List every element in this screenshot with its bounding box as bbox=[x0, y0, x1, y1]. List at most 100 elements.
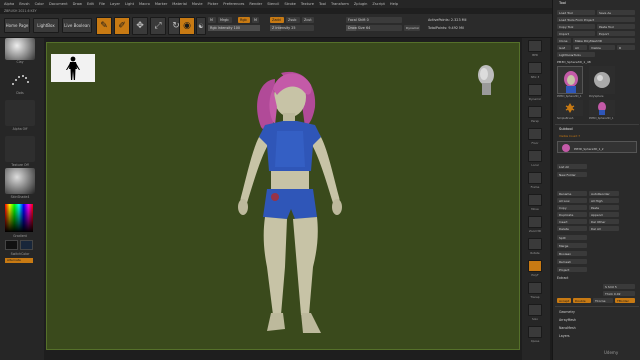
arraymesh-heading[interactable]: ArrayMesh bbox=[559, 318, 576, 322]
shelf-button-solo[interactable] bbox=[528, 304, 542, 316]
rename-button[interactable]: Rename bbox=[557, 191, 587, 196]
menu-item-material[interactable]: Material bbox=[172, 2, 187, 6]
split-button[interactable]: Split bbox=[557, 235, 587, 240]
goz-all-button[interactable]: All bbox=[573, 45, 587, 50]
menu-item-zscript[interactable]: Zscript bbox=[372, 2, 384, 6]
color-picker[interactable] bbox=[5, 204, 33, 232]
paste-tool-button[interactable]: Paste Tool bbox=[597, 24, 635, 29]
copy-tool-button[interactable]: Copy Tool bbox=[557, 24, 595, 29]
auto-reorder-button[interactable]: AutoReorder bbox=[589, 191, 619, 196]
menu-item-preferences[interactable]: Preferences bbox=[223, 2, 244, 6]
switch-color-label[interactable]: SwitchColor bbox=[5, 252, 35, 256]
mrgb-label[interactable]: Mrgb bbox=[218, 17, 232, 23]
goz-r-button[interactable]: R bbox=[617, 45, 635, 50]
all-high-button[interactable]: All High bbox=[589, 198, 619, 203]
layers-heading[interactable]: Layers bbox=[559, 334, 570, 338]
all-low-button[interactable]: All Low bbox=[557, 198, 587, 203]
rgb-intensity-slider[interactable]: Rgb Intensity 100 bbox=[208, 25, 260, 31]
dynamic-toggle[interactable]: Dynamic bbox=[404, 25, 420, 31]
dots-stroke-thumbnail[interactable] bbox=[5, 68, 35, 90]
document-canvas[interactable] bbox=[46, 42, 520, 350]
shelf-button-local[interactable] bbox=[528, 150, 542, 162]
texture-thumbnail[interactable] bbox=[5, 136, 35, 162]
shelf-button-transp[interactable] bbox=[528, 282, 542, 294]
clone-button[interactable]: Clone bbox=[557, 38, 571, 43]
tool-thumb-character-2[interactable] bbox=[589, 100, 615, 116]
rgb-toggle[interactable]: Rgb bbox=[238, 17, 250, 23]
copy-button[interactable]: Copy bbox=[557, 205, 587, 210]
scale-mode-button[interactable]: ⤢ bbox=[150, 17, 166, 35]
draw-mode-button[interactable]: ✐ bbox=[114, 17, 130, 35]
mrgb-toggle[interactable]: M bbox=[208, 17, 216, 23]
goz-visible-button[interactable]: Visible bbox=[589, 45, 615, 50]
menu-item-file[interactable]: File bbox=[99, 2, 105, 6]
load-tool-button[interactable]: Load Tool bbox=[557, 10, 595, 15]
zcut-toggle[interactable]: Zcut bbox=[302, 17, 314, 23]
append-button[interactable]: Append bbox=[589, 212, 619, 217]
lightbox-tools-button[interactable]: Lightbox▸Tools bbox=[557, 52, 595, 57]
menu-item-picker[interactable]: Picker bbox=[208, 2, 219, 6]
menu-item-document[interactable]: Document bbox=[49, 2, 68, 6]
material-thumbnail[interactable] bbox=[5, 168, 35, 194]
del-all-button[interactable]: Del All bbox=[589, 226, 619, 231]
double-toggle[interactable]: Double bbox=[573, 298, 591, 303]
load-tools-from-project-button[interactable]: Load Tools From Project bbox=[557, 17, 635, 22]
color-swap-button[interactable]: ☯ bbox=[196, 17, 206, 35]
menu-item-brush[interactable]: Brush bbox=[19, 2, 29, 6]
m-toggle[interactable]: M bbox=[252, 17, 259, 23]
main-color-swatch[interactable] bbox=[5, 240, 18, 250]
tborder-toggle[interactable]: TBorder bbox=[615, 298, 635, 303]
menu-item-light[interactable]: Light bbox=[125, 2, 134, 6]
menu-item-stencil[interactable]: Stencil bbox=[267, 2, 279, 6]
edit-mode-button[interactable]: ✎ bbox=[96, 17, 112, 35]
delete-button[interactable]: Delete bbox=[557, 226, 587, 231]
menu-item-color[interactable]: Color bbox=[35, 2, 44, 6]
menu-item-tool[interactable]: Tool bbox=[319, 2, 326, 6]
menu-item-render[interactable]: Render bbox=[249, 2, 262, 6]
shelf-button-persp[interactable] bbox=[528, 106, 542, 118]
shelf-button-rotate[interactable] bbox=[528, 238, 542, 250]
live-boolean-button[interactable]: Live Boolean bbox=[62, 18, 92, 33]
shelf-button-floor[interactable] bbox=[528, 128, 542, 140]
focal-shift-slider[interactable]: Focal Shift 0 bbox=[346, 17, 402, 23]
menu-item-zplugin[interactable]: Zplugin bbox=[354, 2, 368, 6]
boolean-button[interactable]: Boolean bbox=[557, 251, 587, 256]
move-mode-button[interactable]: ✥ bbox=[132, 17, 148, 35]
menu-item-marker[interactable]: Marker bbox=[155, 2, 167, 6]
shelf-button-spix-3[interactable] bbox=[528, 62, 542, 74]
shelf-button-polyf[interactable] bbox=[528, 260, 542, 272]
zadd-toggle[interactable]: Zadd bbox=[270, 17, 284, 23]
home-page-button[interactable]: Home Page bbox=[4, 18, 30, 33]
tool-thumb-polysphere[interactable] bbox=[589, 66, 615, 94]
subtool-list-item[interactable]: PM3D_Sphere3D_1_2 bbox=[557, 141, 637, 153]
merge-button[interactable]: Merge bbox=[557, 243, 587, 248]
alternate-button[interactable]: Alternate bbox=[5, 258, 33, 263]
menu-item-movie[interactable]: Movie bbox=[192, 2, 203, 6]
thickness-slider[interactable]: Thick 0.02 bbox=[603, 291, 635, 296]
goz-button[interactable]: GoZ bbox=[557, 45, 571, 50]
import-button[interactable]: Import bbox=[557, 31, 595, 36]
tool-thumb-simplebrush[interactable] bbox=[557, 100, 583, 116]
geometry-heading[interactable]: Geometry bbox=[559, 310, 575, 314]
z-intensity-slider[interactable]: Z Intensity 25 bbox=[270, 25, 314, 31]
list-all-button[interactable]: List All bbox=[557, 164, 587, 169]
subtool-heading[interactable]: Subtool bbox=[559, 127, 573, 131]
material-sphere-button[interactable]: ◉ bbox=[179, 17, 195, 35]
shelf-button-zoom3d[interactable] bbox=[528, 216, 542, 228]
shelf-button-dynamic[interactable] bbox=[528, 84, 542, 96]
lightbox-button[interactable]: LightBox bbox=[33, 18, 59, 33]
navigation-head-icon[interactable] bbox=[473, 61, 499, 101]
tool-thumb-character[interactable] bbox=[557, 66, 583, 94]
save-as-button[interactable]: Save As bbox=[597, 10, 635, 15]
draw-size-slider[interactable]: Draw Size 64 bbox=[346, 25, 402, 31]
shelf-button-frame[interactable] bbox=[528, 172, 542, 184]
extract-heading[interactable]: Extract bbox=[557, 276, 568, 280]
shelf-button-move[interactable] bbox=[528, 194, 542, 206]
character-model[interactable] bbox=[217, 67, 367, 349]
duplicate-button[interactable]: Duplicate bbox=[557, 212, 587, 217]
paste-button[interactable]: Paste bbox=[589, 205, 619, 210]
project-button[interactable]: Project bbox=[557, 267, 587, 272]
menu-item-help[interactable]: Help bbox=[390, 2, 398, 6]
secondary-color-swatch[interactable] bbox=[20, 240, 33, 250]
alpha-thumbnail[interactable] bbox=[5, 100, 35, 126]
